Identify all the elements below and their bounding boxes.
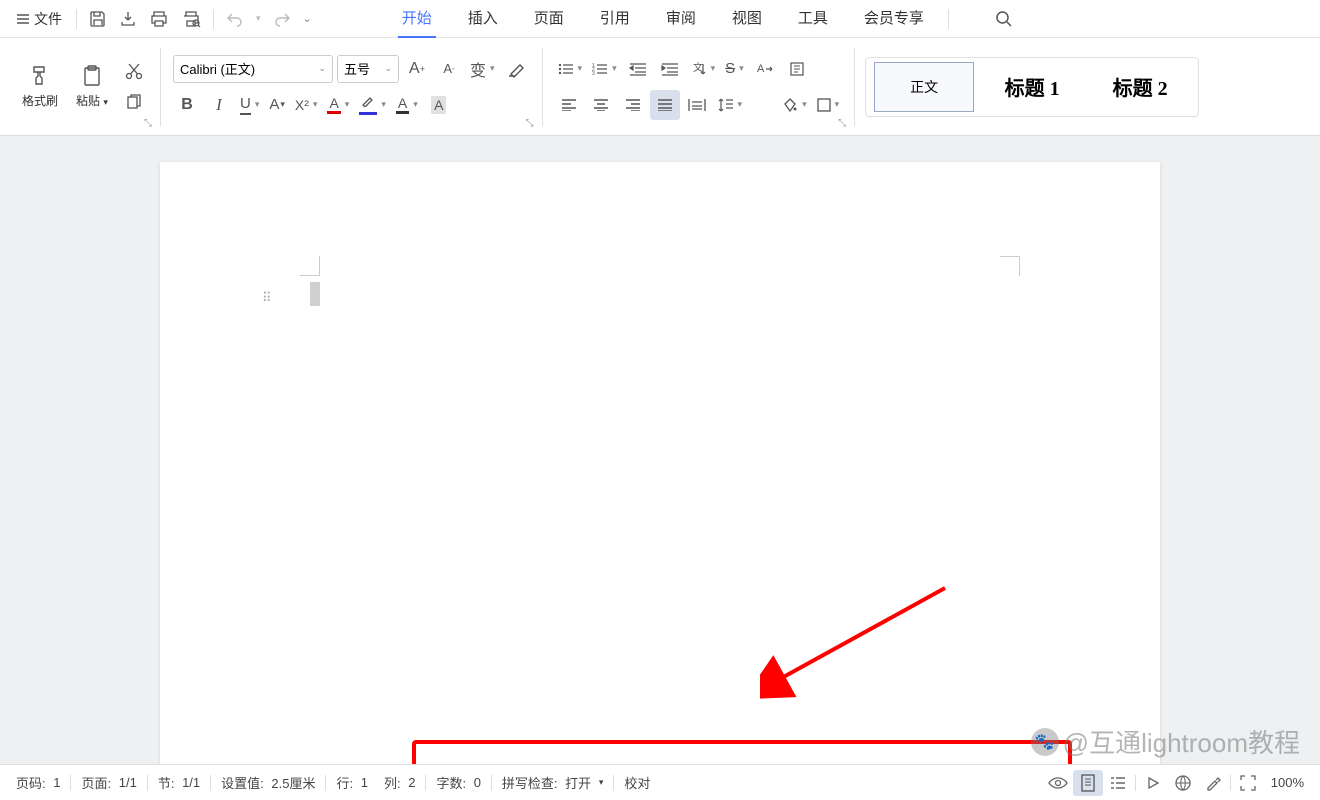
export-icon[interactable] (113, 4, 143, 34)
align-left-button[interactable] (554, 90, 584, 120)
redo-button[interactable] (267, 4, 297, 34)
tab-review[interactable]: 审阅 (662, 0, 700, 39)
style-normal[interactable]: 正文 (874, 62, 974, 112)
style-heading1[interactable]: 标题 1 (982, 62, 1082, 112)
paste-button[interactable]: 粘贴 ▾ (66, 49, 118, 125)
separator (160, 48, 161, 126)
status-page[interactable]: 页面: 1/1 (73, 773, 144, 792)
search-icon[interactable] (985, 4, 1023, 34)
document-page[interactable]: ⠿ (160, 162, 1160, 764)
font-launcher-icon[interactable]: ⤡ (524, 116, 536, 131)
status-row[interactable]: 行: 1 (328, 773, 375, 792)
align-justify-button[interactable] (650, 90, 680, 120)
undo-dropdown[interactable]: ▾ (250, 4, 267, 34)
status-page-number[interactable]: 页码: 1 (8, 773, 68, 792)
status-bar: 页码: 1 页面: 1/1 节: 1/1 设置值: 2.5厘米 行: 1 列: … (0, 764, 1320, 800)
styles-gallery[interactable]: 正文 标题 1 标题 2 (865, 57, 1199, 117)
status-section[interactable]: 节: 1/1 (150, 773, 208, 792)
margin-corner-icon (1000, 256, 1020, 276)
style-heading2[interactable]: 标题 2 (1090, 62, 1190, 112)
outline-view-icon[interactable] (1103, 770, 1133, 796)
save-icon[interactable] (83, 4, 113, 34)
separator (542, 48, 543, 126)
tab-start[interactable]: 开始 (398, 0, 436, 39)
margin-corner-icon (300, 256, 320, 276)
tab-member[interactable]: 会员专享 (860, 0, 928, 39)
font-color-button[interactable]: A▾ (323, 90, 353, 120)
font-size-combo[interactable]: 五号⌄ (337, 55, 399, 83)
play-icon[interactable] (1138, 770, 1168, 796)
text-effects-button[interactable]: A▾ (392, 90, 422, 120)
print-preview-icon[interactable] (175, 4, 207, 34)
undo-button[interactable] (220, 4, 250, 34)
status-proofread[interactable]: 校对 (616, 773, 658, 792)
bullets-button[interactable]: ▾ (554, 54, 587, 84)
strikethrough-button[interactable]: A▾ (265, 90, 289, 120)
separator (854, 48, 855, 126)
character-shading-button[interactable]: A (424, 90, 454, 120)
bold-button[interactable]: B (172, 90, 202, 120)
separator (76, 9, 77, 29)
zoom-level[interactable]: 100% (1263, 775, 1312, 790)
status-word-count[interactable]: 字数: 0 (428, 773, 488, 792)
line-spacing-button[interactable]: ▾ (714, 90, 747, 120)
paste-icon (80, 64, 104, 88)
tab-insert[interactable]: 插入 (464, 0, 502, 39)
font-name-combo[interactable]: Calibri (正文)⌄ (173, 55, 333, 83)
align-right-button[interactable] (618, 90, 648, 120)
decrease-indent-button[interactable] (623, 54, 653, 84)
tab-tools[interactable]: 工具 (794, 0, 832, 39)
align-center-button[interactable] (586, 90, 616, 120)
grow-font-button[interactable]: A+ (402, 54, 432, 84)
paragraph-launcher-icon[interactable]: ⤡ (836, 116, 848, 131)
distributed-button[interactable] (682, 90, 712, 120)
shrink-font-button[interactable]: A- (434, 54, 464, 84)
tab-view[interactable]: 视图 (728, 0, 766, 39)
svg-text:3: 3 (592, 71, 595, 76)
web-layout-icon[interactable] (1168, 770, 1198, 796)
file-menu-label: 文件 (34, 9, 62, 29)
text-direction-button[interactable]: 文▾ (687, 54, 720, 84)
format-painter-button[interactable]: 格式刷 (14, 49, 66, 125)
fit-page-icon[interactable] (1233, 770, 1263, 796)
clear-formatting-button[interactable] (501, 54, 531, 84)
underline-button[interactable]: U▾ (236, 90, 263, 120)
document-area[interactable]: ⠿ (0, 136, 1320, 764)
show-marks-button[interactable] (782, 54, 812, 84)
menu-icon[interactable]: 文件 (8, 4, 70, 34)
print-icon[interactable] (143, 4, 175, 34)
copy-button[interactable] (119, 88, 149, 118)
highlight-button[interactable]: ▾ (355, 90, 390, 120)
svg-text:A: A (757, 63, 765, 75)
increase-indent-button[interactable] (655, 54, 685, 84)
superscript-button[interactable]: X²▾ (291, 90, 322, 120)
tab-page[interactable]: 页面 (530, 0, 568, 39)
text-cursor (310, 282, 320, 306)
numbering-button[interactable]: 123▾ (588, 54, 621, 84)
status-spellcheck[interactable]: 拼写检查: 打开 ▾ (494, 773, 611, 792)
format-painter-icon (28, 64, 52, 88)
page-view-icon[interactable] (1073, 770, 1103, 796)
separator (213, 9, 214, 29)
eyedropper-icon[interactable] (1198, 770, 1228, 796)
shading-button[interactable]: ▾ (778, 90, 811, 120)
status-setting[interactable]: 设置值: 2.5厘米 (213, 773, 323, 792)
drag-handle-icon[interactable]: ⠿ (262, 290, 270, 306)
separator (948, 9, 949, 29)
status-col[interactable]: 列: 2 (376, 773, 423, 792)
change-case-button[interactable]: 变▾ (466, 54, 499, 84)
tab-reference[interactable]: 引用 (596, 0, 634, 39)
sort-button[interactable]: S▾ (721, 54, 748, 84)
italic-button[interactable]: I (204, 90, 234, 120)
qat-customize-dropdown[interactable]: ⌄ (297, 4, 318, 34)
ltr-button[interactable]: A (750, 54, 780, 84)
clipboard-launcher-icon[interactable]: ⤡ (142, 116, 154, 131)
eye-icon[interactable] (1043, 770, 1073, 796)
cut-button[interactable] (119, 56, 149, 86)
